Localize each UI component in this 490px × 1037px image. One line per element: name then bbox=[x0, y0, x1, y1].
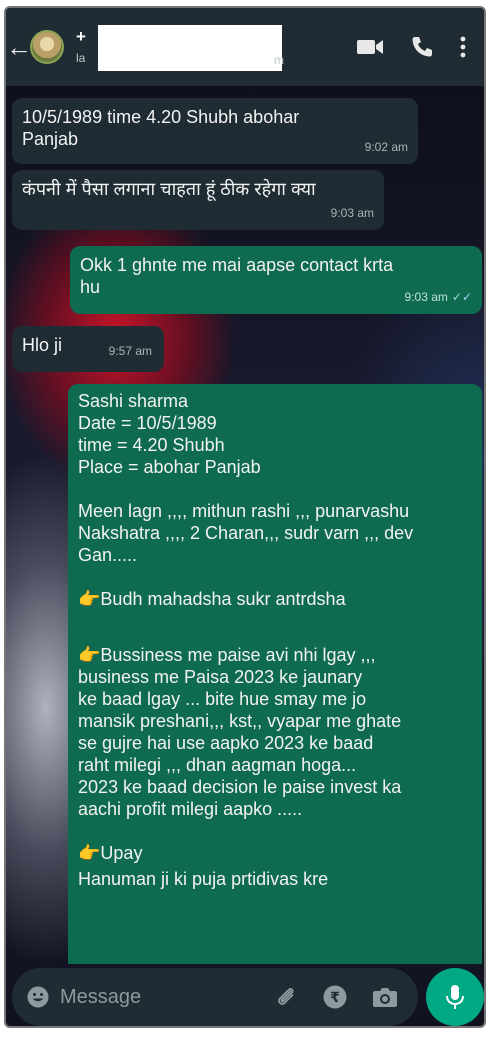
input-actions: ₹ bbox=[274, 984, 398, 1010]
message-time: 9:03 am bbox=[330, 206, 374, 220]
microphone-icon bbox=[446, 985, 464, 1009]
voice-call-icon[interactable] bbox=[410, 35, 434, 59]
point-text: Budh mahadsha sukr antrdsha bbox=[100, 589, 346, 609]
point-upay: 👉Upay bbox=[78, 842, 472, 864]
compose-bar: ₹ bbox=[6, 960, 484, 1026]
arrow-left-icon[interactable]: ← bbox=[6, 34, 32, 60]
astrology-summary: Meen lagn ,,,, mithun rashi ,,, punarvas… bbox=[78, 501, 414, 565]
message-time: 9:03 am ✓✓ bbox=[405, 286, 472, 308]
contact-status-tail: m bbox=[274, 53, 284, 67]
camera-icon[interactable] bbox=[372, 986, 398, 1008]
reading-details: Sashi sharma Date = 10/5/1989 time = 4.2… bbox=[78, 391, 261, 477]
header-actions bbox=[356, 35, 466, 59]
message-input[interactable] bbox=[60, 985, 270, 1009]
microphone-button[interactable] bbox=[426, 968, 484, 1026]
message-outgoing[interactable]: Okk 1 ghnte me mai aapse contact krta hu… bbox=[70, 246, 482, 314]
message-text: कंपनी में पैसा लगाना चाहता हूं ठीक रहेगा… bbox=[22, 179, 316, 199]
message-input-container[interactable]: ₹ bbox=[12, 968, 418, 1026]
video-call-icon[interactable] bbox=[356, 37, 384, 57]
redaction-box bbox=[98, 25, 282, 71]
contact-status: la bbox=[76, 51, 86, 65]
pointing-hand-icon: 👉 bbox=[78, 645, 101, 665]
message-incoming[interactable]: 10/5/1989 time 4.20 Shubh abohar Panjab … bbox=[12, 98, 418, 164]
point-business-detail: business me Paisa 2023 ke jaunary ke baa… bbox=[78, 667, 402, 819]
attach-icon[interactable] bbox=[274, 985, 298, 1009]
message-incoming[interactable]: Hlo ji 9:57 am bbox=[12, 326, 164, 372]
svg-text:₹: ₹ bbox=[330, 990, 340, 1006]
message-time: 9:02 am bbox=[364, 140, 408, 154]
message-time: 9:57 am bbox=[108, 344, 152, 358]
message-outgoing-long[interactable]: Sashi sharma Date = 10/5/1989 time = 4.2… bbox=[68, 384, 482, 964]
contact-name: + bbox=[76, 27, 86, 46]
message-incoming[interactable]: कंपनी में पैसा लगाना चाहता हूं ठीक रहेगा… bbox=[12, 170, 384, 230]
phone-screen: ← + la m 10/5/1989 time 4.20 Shubh aboha… bbox=[4, 6, 486, 1028]
time-label: 9:03 am bbox=[404, 290, 448, 304]
point-business: 👉Bussiness me paise avi nhi lgay ,,, bbox=[78, 644, 472, 666]
chat-header: ← + la m bbox=[6, 8, 484, 86]
message-text: 10/5/1989 time 4.20 Shubh abohar Panjab bbox=[22, 107, 300, 149]
point-text: Bussiness me paise avi nhi lgay ,,, bbox=[100, 645, 376, 665]
contact-info[interactable]: + la m bbox=[76, 23, 286, 71]
pointing-hand-icon: 👉 bbox=[78, 843, 101, 863]
message-list[interactable]: 10/5/1989 time 4.20 Shubh abohar Panjab … bbox=[6, 86, 484, 964]
remedy-text: Hanuman ji ki puja prtidivas kre bbox=[78, 869, 329, 889]
emoji-icon[interactable] bbox=[26, 985, 50, 1009]
more-options-icon[interactable] bbox=[460, 36, 466, 58]
pointing-hand-icon: 👉 bbox=[78, 589, 101, 609]
rupee-payment-icon[interactable]: ₹ bbox=[322, 984, 348, 1010]
message-text: Hlo ji bbox=[22, 335, 63, 355]
point-text: Upay bbox=[100, 843, 143, 863]
read-ticks-icon: ✓✓ bbox=[451, 290, 472, 304]
avatar[interactable] bbox=[30, 30, 64, 64]
point-mahadasha: 👉Budh mahadsha sukr antrdsha bbox=[78, 588, 472, 610]
